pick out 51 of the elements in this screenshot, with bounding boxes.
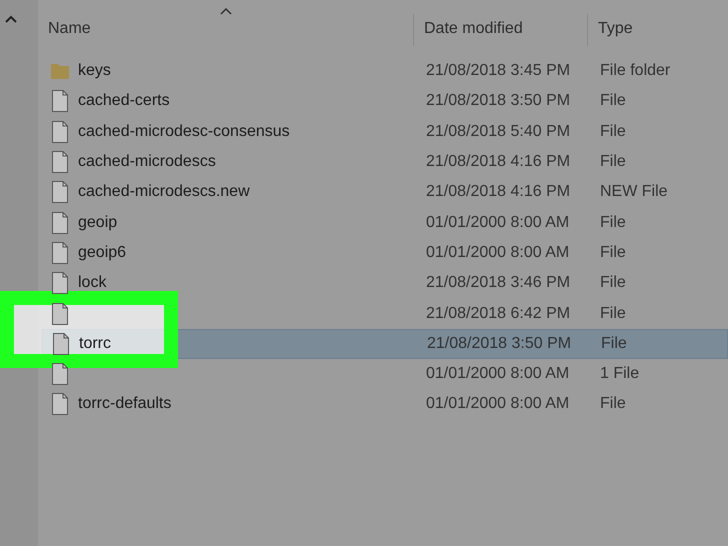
date-modified: 21/08/2018 4:16 PM [426,153,570,170]
file-type: File [600,92,626,110]
file-icon [51,272,69,294]
file-type: File [600,274,626,292]
date-modified: 21/08/2018 3:50 PM [426,92,570,110]
file-icon [51,242,69,264]
file-name: cached-microdesc-consensus [78,122,290,141]
file-name: cached-microdescs [78,153,216,172]
file-icon [52,332,70,355]
file-type: File [600,395,626,412]
date-modified: 01/01/2000 8:00 AM [426,395,570,412]
file-type: File folder [600,62,670,80]
date-modified: 01/01/2000 8:00 AM [426,244,570,261]
sort-caret-icon [220,8,232,15]
date-modified: 01/01/2000 8:00 AM [426,365,570,382]
collapse-icon[interactable] [5,15,17,23]
column-header[interactable]: Name [48,20,91,38]
file-type: 1 File [600,365,640,382]
file-type: File [600,244,626,261]
column-header[interactable]: Type [598,20,633,38]
file-icon [51,363,69,386]
file-icon [51,393,69,416]
date-modified: 21/08/2018 6:42 PM [426,304,570,322]
file-name: geoip6 [78,244,126,262]
file-name: keys [78,62,111,80]
date-modified: 21/08/2018 3:46 PM [426,274,570,292]
date-modified: 21/08/2018 3:45 PM [426,62,570,80]
file-name: torrc [79,334,111,353]
file-type: NEW File [600,183,668,200]
file-name: geoip [78,214,118,232]
file-icon [51,212,69,234]
file-type: File [600,304,626,322]
file-icon [51,90,69,112]
folder-icon [50,61,70,82]
file-type: File [601,334,627,352]
file-icon [51,181,69,204]
file-icon [51,120,69,143]
date-modified: 21/08/2018 4:16 PM [426,183,570,200]
file-name: cached-microdescs.new [78,183,250,202]
file-icon [51,151,69,174]
date-modified: 01/01/2000 8:00 AM [426,214,570,231]
file-icon [51,302,69,325]
file-name: cached-certs [78,92,170,110]
date-modified: 21/08/2018 5:40 PM [426,122,570,140]
file-type: File [600,214,626,231]
file-name: torrc-defaults [78,395,172,414]
file-type: File [600,122,626,140]
file-name: lock [78,274,106,292]
column-header[interactable]: Date modified [424,20,523,38]
file-type: File [600,153,626,170]
date-modified: 21/08/2018 3:50 PM [427,334,572,352]
